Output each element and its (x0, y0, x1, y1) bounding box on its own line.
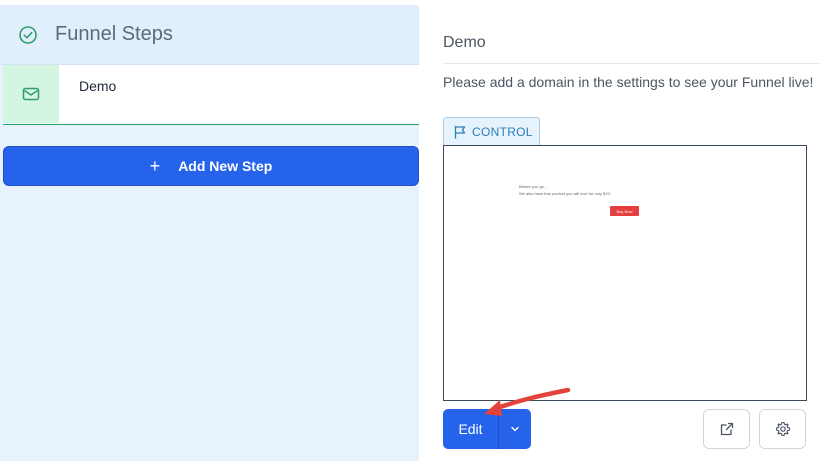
step-title: Demo (443, 34, 486, 51)
external-link-icon (720, 422, 733, 436)
add-new-step-label: Add New Step (178, 158, 273, 174)
step-item-demo[interactable]: Demo (3, 65, 419, 125)
funnel-editor: Funnel Steps Demo + Add New Step Demo Pl… (0, 0, 820, 461)
edit-button-group: Edit (443, 409, 531, 449)
step-label: Demo (79, 78, 117, 94)
step-icon-box (3, 65, 59, 123)
variant-tab-control[interactable]: CONTROL (443, 117, 540, 145)
page-preview[interactable]: Before you go... We also have this produ… (443, 145, 807, 401)
funnel-steps-header: Funnel Steps (0, 5, 419, 65)
check-circle-icon (19, 26, 37, 44)
funnel-steps-title: Funnel Steps (55, 23, 173, 45)
mail-icon (22, 87, 40, 101)
preview-buy-button: Buy Now (610, 206, 639, 216)
edit-dropdown-button[interactable] (499, 409, 531, 449)
plus-icon: + (149, 156, 161, 176)
edit-button[interactable]: Edit (443, 409, 499, 449)
preview-text-heading: Before you go... (519, 184, 548, 189)
add-new-step-button[interactable]: + Add New Step (3, 146, 419, 186)
gear-icon (775, 421, 790, 437)
divider (443, 63, 820, 64)
chevron-down-icon (511, 426, 519, 432)
flag-icon (454, 125, 466, 139)
domain-notice: Please add a domain in the settings to s… (443, 74, 814, 90)
step-settings-button[interactable] (759, 409, 806, 449)
funnel-steps-panel: Funnel Steps Demo + Add New Step (0, 5, 419, 461)
open-external-button[interactable] (703, 409, 750, 449)
variant-tab-label: CONTROL (472, 124, 533, 139)
preview-text-body: We also have this product you will love … (519, 191, 611, 196)
